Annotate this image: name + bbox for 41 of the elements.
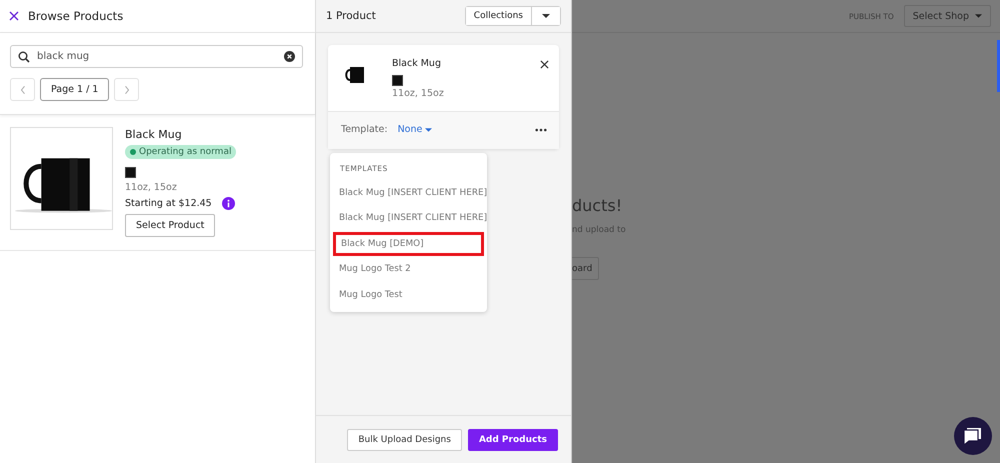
- info-icon[interactable]: [222, 197, 235, 210]
- menu-item[interactable]: Mug Logo Test: [330, 282, 487, 308]
- page-indicator[interactable]: Page 1 / 1: [40, 78, 110, 101]
- status-dot: [130, 149, 136, 155]
- status-badge: Operating as normal: [125, 145, 236, 159]
- close-icon[interactable]: [540, 60, 549, 69]
- chevron-right-icon: [124, 84, 130, 94]
- product-name: Black Mug: [392, 58, 442, 69]
- scroll-indicator: [997, 40, 1000, 92]
- close-icon[interactable]: [9, 11, 19, 21]
- caret-icon: [425, 128, 432, 132]
- chevron-left-icon: [20, 84, 26, 94]
- more-icon[interactable]: [535, 128, 547, 132]
- caret-icon: [542, 14, 550, 18]
- panel-title: Browse Products: [28, 9, 124, 23]
- product-name: Black Mug: [125, 128, 182, 141]
- search-icon: [18, 51, 30, 63]
- price-text: Starting at $12.45: [125, 198, 212, 209]
- search-field[interactable]: black mug: [10, 45, 303, 68]
- add-products-button[interactable]: Add Products: [468, 428, 558, 450]
- template-dropdown[interactable]: None: [398, 124, 432, 135]
- template-label: Template:: [341, 124, 388, 135]
- page-button[interactable]: oard: [572, 257, 600, 280]
- collections-button[interactable]: Collections: [466, 7, 532, 25]
- menu-item[interactable]: Mug Logo Test 2: [330, 256, 487, 282]
- product-count: 1 Product: [326, 10, 376, 22]
- color-swatch: [392, 75, 403, 86]
- size-text: 11oz, 15oz: [392, 88, 445, 99]
- clear-icon[interactable]: [284, 51, 295, 62]
- menu-item[interactable]: Black Mug [INSERT CLIENT HERE]: [330, 206, 487, 231]
- color-swatch: [125, 167, 136, 178]
- select-product-button[interactable]: Select Product: [125, 214, 216, 237]
- menu-item[interactable]: Black Mug [DEMO]: [332, 231, 485, 256]
- page-heading: ducts!: [572, 196, 622, 215]
- bulk-upload-button[interactable]: Bulk Upload Designs: [347, 428, 462, 450]
- page-text: nd upload to: [572, 225, 626, 235]
- size-text: 11oz, 15oz: [125, 182, 177, 193]
- chat-button[interactable]: [954, 417, 992, 455]
- menu-item[interactable]: Black Mug [INSERT CLIENT HERE]: [330, 180, 487, 206]
- caret-icon: [975, 14, 982, 18]
- shop-select[interactable]: Select Shop: [904, 5, 991, 27]
